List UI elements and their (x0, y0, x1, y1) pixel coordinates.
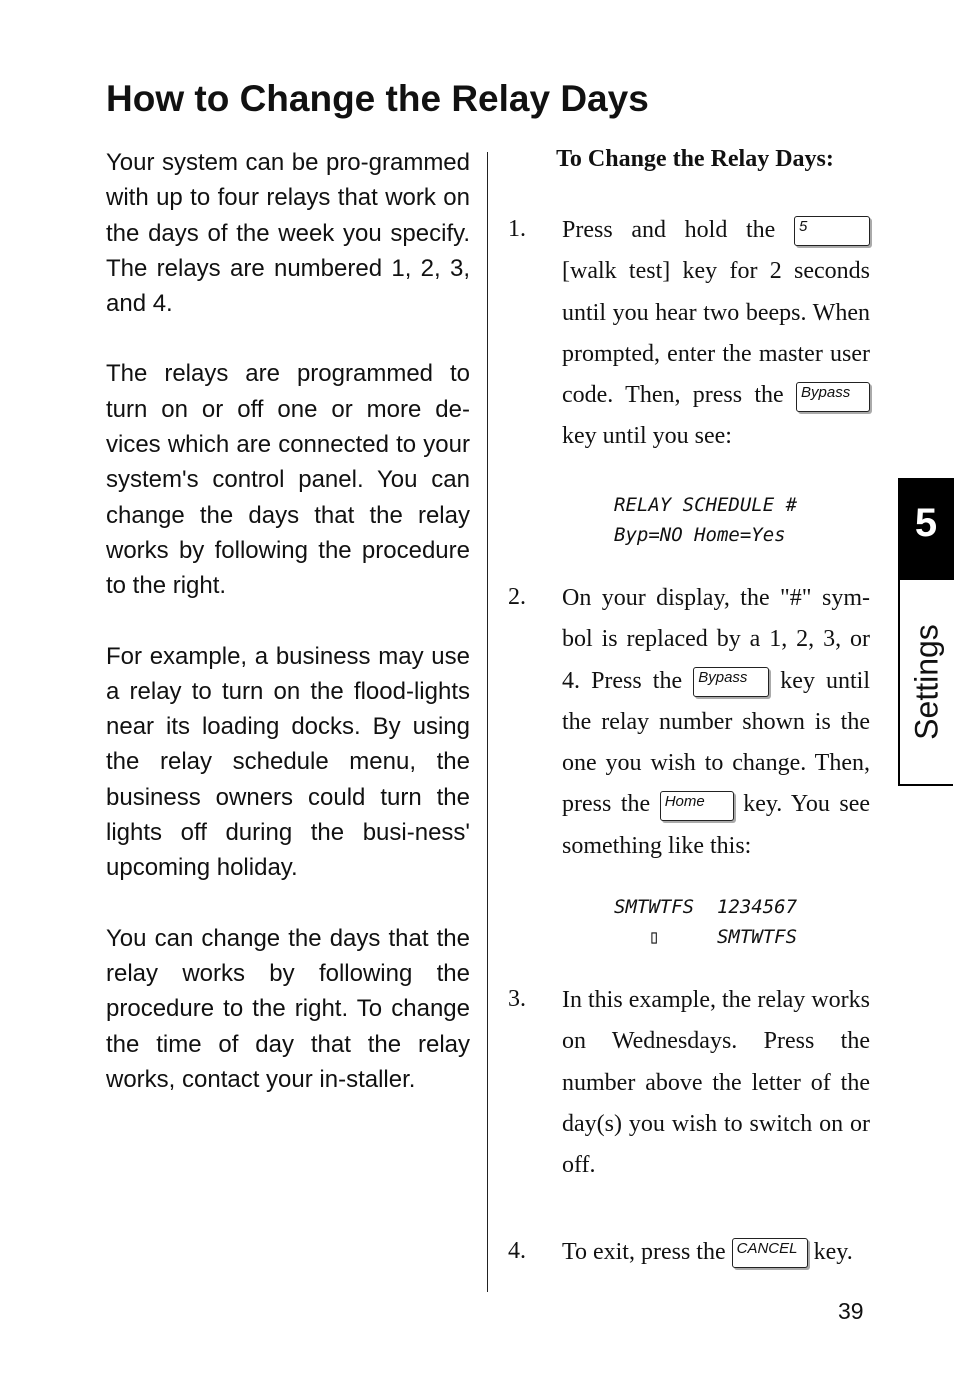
chapter-tab-label: Settings (908, 624, 944, 740)
step-number: 3. (508, 986, 526, 1012)
chapter-tab-number: 5 (898, 478, 954, 580)
lcd-display-days: SMTWTFS 1234567 ▯ SMTWTFS (614, 892, 797, 952)
key-home-button: Home (659, 790, 734, 821)
key-bypass-button: Bypass (693, 667, 770, 698)
intro-column: Your system can be pro-grammed with up t… (106, 145, 470, 1132)
step-text: In this example, the relay works on Wedn… (562, 987, 870, 1179)
column-divider (487, 152, 488, 1292)
step-text: Press and hold the (562, 217, 776, 243)
lcd-display-relay-schedule: RELAY SCHEDULE # Byp=NO Home=Yes (614, 490, 797, 550)
key-cancel-button: CANCEL (731, 1238, 808, 1269)
chapter-tab: Settings (898, 580, 953, 786)
paragraph: You can change the days that the relay w… (106, 924, 470, 1093)
step-text: To exit, press the (562, 1239, 726, 1265)
step-text: key until you see: (562, 423, 732, 450)
lcd-line: ▯ SMTWTFS (614, 926, 798, 948)
page-title: How to Change the Relay Days (106, 78, 649, 119)
page-number: 39 (838, 1298, 864, 1324)
procedure-column: To Change the Relay Days: 1. Press and h… (508, 140, 870, 1269)
paragraph: Your system can be pro-grammed with up t… (106, 149, 470, 318)
step-number: 2. (508, 584, 526, 610)
key-5-button: 5 (794, 216, 870, 247)
paragraph: For example, a business may use a relay … (106, 642, 470, 882)
lcd-line: RELAY SCHEDULE # (614, 494, 798, 516)
lcd-line: SMTWTFS 1234567 (614, 896, 798, 918)
lcd-line: Byp=NO Home=Yes (614, 524, 786, 546)
paragraph: The relays are programmed to turn on or … (106, 360, 470, 600)
procedure-heading: To Change the Relay Days: (556, 146, 834, 172)
step-text: key. (813, 1239, 853, 1265)
step-number: 1. (508, 216, 526, 242)
key-bypass-button: Bypass (796, 381, 871, 412)
step-number: 4. (508, 1238, 526, 1264)
